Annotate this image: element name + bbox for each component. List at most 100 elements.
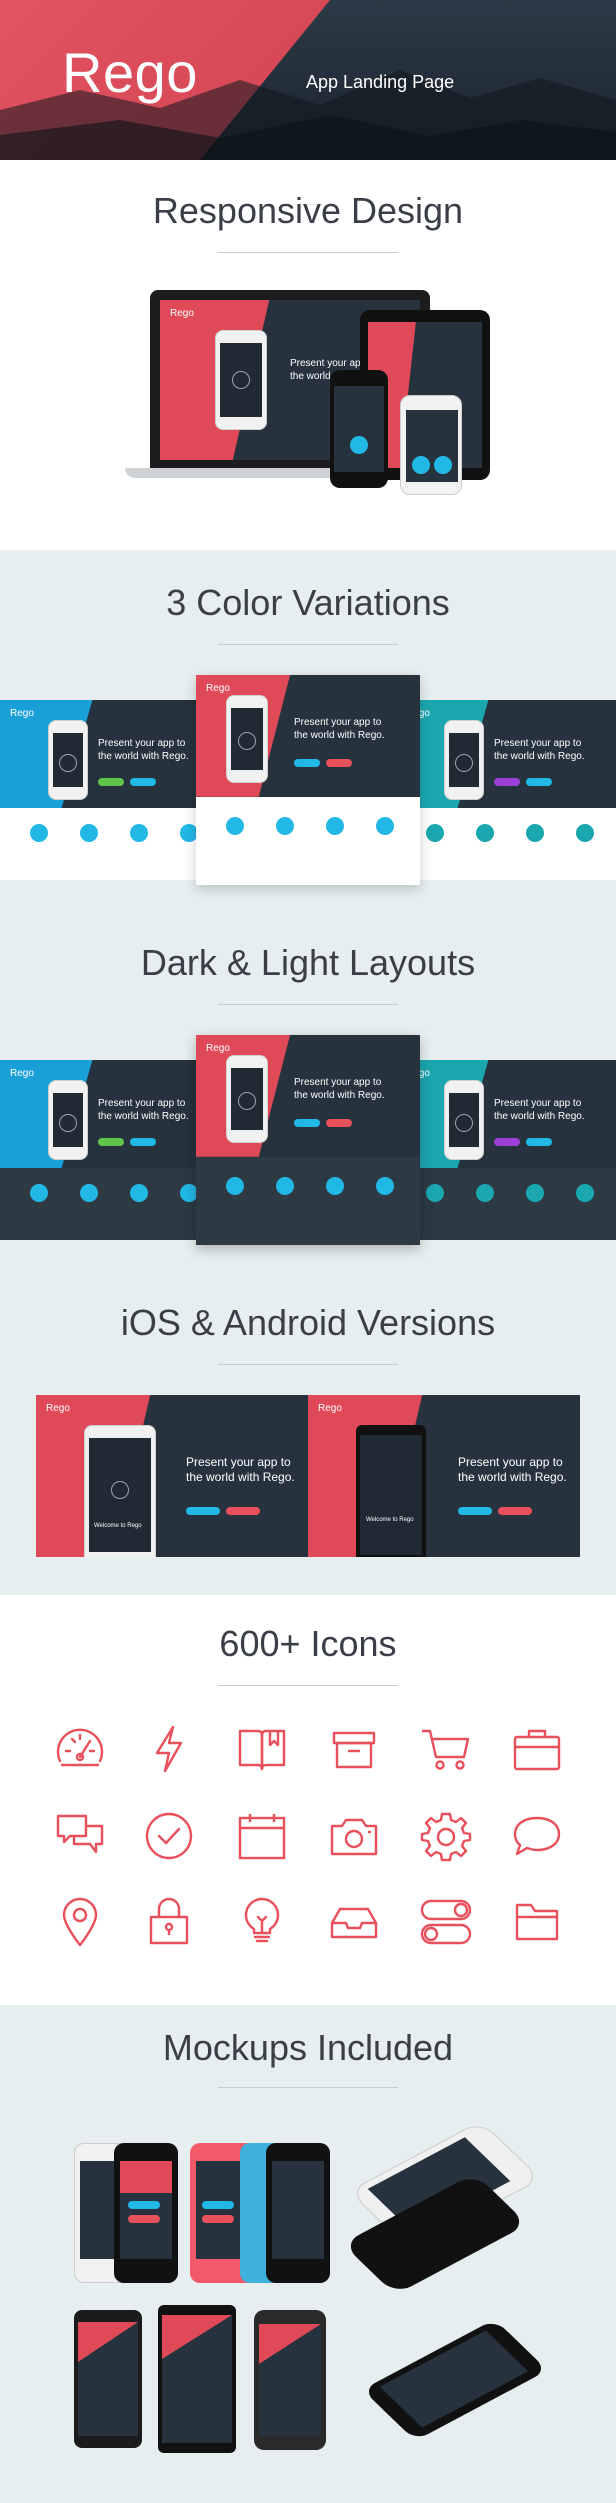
section-responsive: Responsive Design Rego Present your app … (0, 160, 616, 550)
cta-pill (98, 1138, 124, 1146)
section-title-icons: 600+ Icons (219, 1623, 397, 1664)
variation-headline: Present your app to the world with Rego. (294, 717, 385, 742)
section-title-mockups: Mockups Included (162, 2027, 454, 2068)
headline-line-2: the world with Rego. (98, 750, 189, 762)
headline-line-1: Present your app to (494, 738, 582, 749)
feature-circle (526, 824, 544, 842)
gear-icon (418, 1808, 474, 1864)
section-title-platforms: iOS & Android Versions (120, 1302, 496, 1343)
layout-dark-blue: Rego Present your app to the world with R… (0, 1060, 220, 1240)
headline-line-1: Present your app to (458, 1455, 563, 1469)
mockup-android-phone-3 (254, 2310, 326, 2450)
layout-phone-art (226, 1055, 268, 1143)
headline-line-1: Present your app to (294, 717, 382, 728)
feature-circle (326, 817, 344, 835)
section-layouts: Dark & Light Layouts Rego Present your a… (0, 910, 616, 1270)
section-icons: 600+ Icons (0, 1595, 616, 2005)
toggle-switches-icon (418, 1893, 474, 1949)
section-divider (218, 644, 398, 645)
cta-pill (128, 2201, 160, 2209)
section-platforms: iOS & Android Versions Rego Present your… (0, 1270, 616, 1595)
cta-pill (130, 1138, 156, 1146)
cta-pill (326, 1119, 352, 1127)
mockup-white-phones (74, 2143, 178, 2283)
variation-phone-art (226, 695, 268, 783)
mockup-angled-phones (340, 2120, 550, 2295)
lightning-icon (141, 1721, 197, 1777)
cta-pill (226, 1507, 260, 1515)
mockup-android-phone-1 (74, 2310, 142, 2448)
phone-mockup-white (400, 395, 462, 495)
inbox-tray-icon (326, 1893, 382, 1949)
headline-line-1: Present your app to (98, 738, 186, 749)
cta-pill (128, 2215, 160, 2223)
variation-headline: Present your app to the world with Rego. (494, 738, 585, 763)
layout-dark-red: Rego Present your app to the world with R… (196, 1035, 420, 1245)
headline-line-1: Present your app to (494, 1098, 582, 1109)
headline-line-2: the world with Rego. (458, 1470, 567, 1484)
headline-line-2: the world with Rego. (494, 750, 585, 762)
feature-circle (80, 824, 98, 842)
cart-icon (418, 1721, 474, 1777)
section-divider (218, 252, 398, 253)
android-phone-art (356, 1425, 426, 1557)
section-divider (218, 1004, 398, 1005)
feature-circle (476, 1184, 494, 1202)
feature-circle (276, 1177, 294, 1195)
feature-circle (350, 436, 368, 454)
folder-icon (509, 1893, 565, 1949)
headline-line-1: Present your app to (98, 1098, 186, 1109)
feature-circle (226, 1177, 244, 1195)
lock-icon (141, 1893, 197, 1949)
feature-circle (412, 456, 430, 474)
feature-circle (476, 824, 494, 842)
section-mockups: Mockups Included (0, 2005, 616, 2503)
briefcase-icon (509, 1721, 565, 1777)
cta-pill (294, 759, 320, 767)
variation-phone-art (48, 720, 88, 800)
feature-circle (226, 817, 244, 835)
headline-line-1: Present your app to (186, 1455, 291, 1469)
cta-pill (494, 778, 520, 786)
calendar-icon (234, 1808, 290, 1864)
welcome-text: Welcome to Rego (94, 1523, 142, 1529)
ios-headline: Present your app to the world with Rego. (186, 1455, 295, 1485)
book-icon (234, 1721, 290, 1777)
hero-tagline: App Landing Page (306, 72, 455, 92)
layout-headline: Present your app to the world with Rego. (294, 1077, 385, 1102)
variation-teal: Rego Present your app tothe world with R… (396, 700, 616, 880)
headline-line-1: Present your app to (294, 1077, 382, 1088)
hero-logo: Rego (62, 41, 198, 104)
ios-version-screen: Rego Present your app to the world with R… (36, 1395, 308, 1557)
android-headline: Present your app to the world with Rego. (458, 1455, 567, 1485)
laptop-phone-art (215, 330, 267, 430)
section-title-responsive: Responsive Design (152, 190, 464, 231)
hero-banner: Rego App Landing Page (0, 0, 616, 160)
cta-pill (294, 1119, 320, 1127)
welcome-text: Welcome to Rego (366, 1517, 414, 1523)
variation-red: Rego Present your app to the world with R… (196, 675, 420, 885)
cta-pill (526, 1138, 552, 1146)
feature-circle (130, 824, 148, 842)
feature-circle (276, 817, 294, 835)
phone-small-screen (334, 386, 384, 472)
headline-line-2: the world with Rego. (98, 1110, 189, 1122)
feature-circle (376, 1177, 394, 1195)
cta-pill (326, 759, 352, 767)
map-pin-icon (52, 1893, 108, 1949)
layout-phone-art (48, 1080, 88, 1160)
section-colors: 3 Color Variations Rego Present your app… (0, 550, 616, 910)
layout-logo: Rego (10, 1068, 34, 1079)
layout-headline: Present your app to the world with Rego. (494, 1098, 585, 1123)
archive-box-icon (326, 1721, 382, 1777)
feature-circle (576, 824, 594, 842)
cta-pill (98, 778, 124, 786)
feature-circle (130, 1184, 148, 1202)
variation-blue: Rego Present your app to the world with R… (0, 700, 220, 880)
cta-pill (498, 1507, 532, 1515)
speedometer-icon (52, 1721, 108, 1777)
laptop-logo: Rego (170, 308, 194, 319)
variation-logo: Rego (206, 683, 230, 694)
mockup-android-angled (350, 2305, 550, 2455)
feature-circle (80, 1184, 98, 1202)
